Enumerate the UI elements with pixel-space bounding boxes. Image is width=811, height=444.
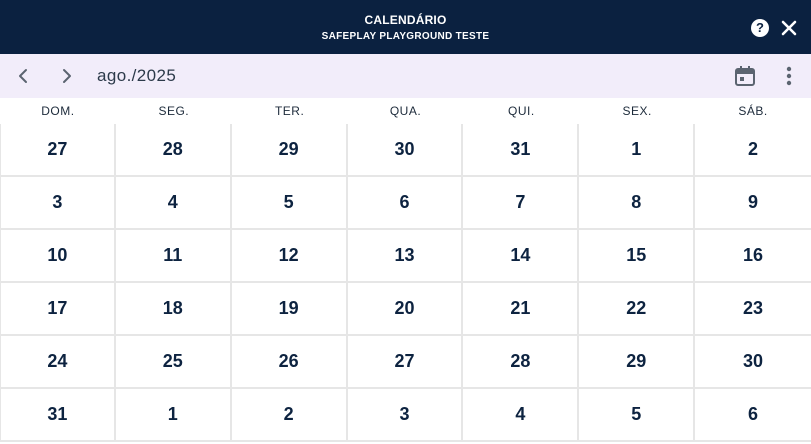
day-cell[interactable]: 29 [579,336,696,389]
weekday-label: SEX. [622,104,652,118]
close-icon[interactable] [779,18,799,38]
day-cell[interactable]: 30 [695,336,811,389]
day-cell[interactable]: 28 [115,124,232,177]
day-cell[interactable]: 8 [579,177,696,230]
day-cell[interactable]: 6 [347,177,464,230]
weekday-header: DOM. SEG. TER. QUA. QUI. SEX. SÁB. [0,98,811,125]
day-cell[interactable]: 5 [579,389,696,442]
day-cell[interactable]: 29 [231,124,348,177]
day-cell[interactable]: 27 [347,336,464,389]
day-cell[interactable]: 4 [115,177,232,230]
day-cell[interactable]: 22 [579,283,696,336]
weekday-label: TER. [274,104,305,118]
day-cell[interactable]: 16 [695,230,811,283]
day-cell[interactable]: 4 [463,389,580,442]
day-cell[interactable]: 19 [231,283,348,336]
weekday-label: QUA. [389,104,422,118]
weekday-label: SÁB. [738,104,768,118]
day-cell[interactable]: 31 [0,389,116,442]
day-cell[interactable]: 7 [463,177,580,230]
day-cell[interactable]: 27 [0,124,116,177]
day-cell[interactable]: 3 [347,389,464,442]
day-cell[interactable]: 28 [463,336,580,389]
weekday-label: DOM. [41,104,75,118]
day-cell[interactable]: 2 [695,124,811,177]
day-cell[interactable]: 30 [347,124,464,177]
day-cell[interactable]: 9 [695,177,811,230]
day-cell[interactable]: 20 [347,283,464,336]
weekday-label: SEG. [158,104,190,118]
day-cell[interactable]: 23 [695,283,811,336]
month-grid: 27 28 29 30 31 1 2 3 4 5 6 7 8 9 10 11 12 13 14 15 16 17 18 19 2… [0,124,811,444]
day-cell[interactable]: 21 [463,283,580,336]
day-cell[interactable]: 3 [0,177,116,230]
dialog-title: CALENDÁRIO [364,13,447,27]
day-cell[interactable]: 10 [0,230,116,283]
day-cell[interactable]: 11 [115,230,232,283]
day-cell[interactable]: 6 [695,389,811,442]
chevron-right-icon[interactable] [57,66,77,86]
calendar-toolbar: ago./2025 [0,54,811,98]
day-cell[interactable]: 2 [231,389,348,442]
day-cell[interactable]: 13 [347,230,464,283]
help-icon[interactable]: ? [751,19,769,37]
day-cell[interactable]: 5 [231,177,348,230]
day-cell[interactable]: 25 [115,336,232,389]
day-cell[interactable]: 14 [463,230,580,283]
dialog-subtitle: SAFEPLAY PLAYGROUND TESTE [321,31,490,42]
chevron-left-icon[interactable] [13,66,33,86]
day-cell[interactable]: 12 [231,230,348,283]
day-cell[interactable]: 15 [579,230,696,283]
day-cell[interactable]: 1 [579,124,696,177]
day-cell[interactable]: 18 [115,283,232,336]
more-vert-icon[interactable] [778,64,800,88]
weekday-label: QUI. [508,104,535,118]
calendar-dialog: CALENDÁRIO SAFEPLAY PLAYGROUND TESTE ? a… [0,0,811,444]
day-cell[interactable]: 17 [0,283,116,336]
month-year-label[interactable]: ago./2025 [97,66,176,86]
dialog-header: CALENDÁRIO SAFEPLAY PLAYGROUND TESTE ? [0,0,811,54]
day-cell[interactable]: 31 [463,124,580,177]
calendar-icon[interactable] [733,64,757,88]
day-cell[interactable]: 1 [115,389,232,442]
day-cell[interactable]: 26 [231,336,348,389]
day-cell[interactable]: 24 [0,336,116,389]
